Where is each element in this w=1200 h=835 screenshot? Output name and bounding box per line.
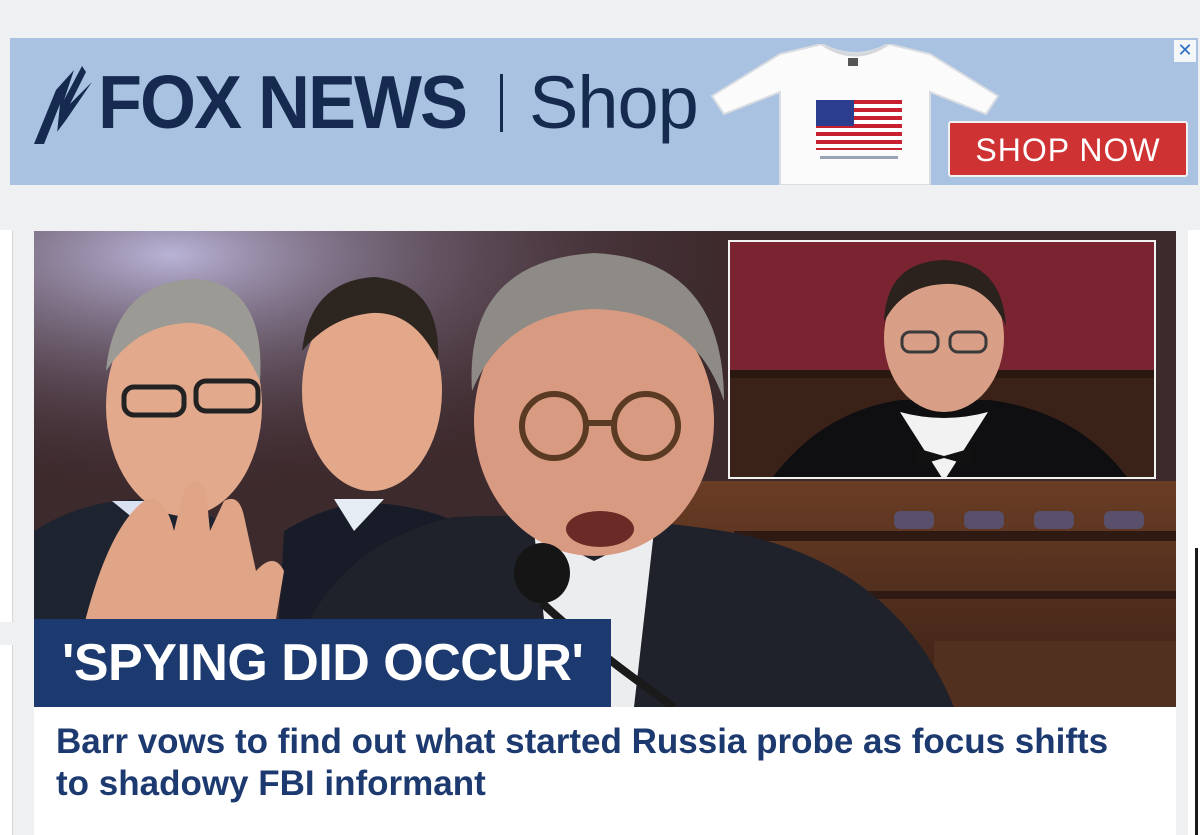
top-story-card[interactable]: 'SPYING DID OCCUR' Barr vows to find out… [34, 231, 1176, 835]
story-hero-image[interactable]: 'SPYING DID OCCUR' [34, 231, 1176, 707]
informant-inset-photo [728, 240, 1156, 479]
story-kicker-label[interactable]: 'SPYING DID OCCUR' [34, 619, 612, 707]
ad-container: ✕ FOX NEWS Shop SHOP NOW [0, 10, 1200, 210]
left-rail-panel [0, 230, 13, 622]
close-ad-icon[interactable]: ✕ [1174, 40, 1196, 62]
right-rail-divider [1195, 548, 1198, 835]
fox-news-shop-logo: FOX NEWS Shop [26, 60, 699, 146]
left-rail-panel-lower [0, 645, 13, 835]
fox-searchlight-icon [34, 66, 92, 144]
shop-wordmark: Shop [529, 61, 699, 144]
brand-wordmark: FOX NEWS [98, 61, 468, 146]
fox-news-shop-ad[interactable]: ✕ FOX NEWS Shop SHOP NOW [10, 38, 1198, 185]
logo-divider [500, 74, 504, 132]
right-rail-panel [1188, 230, 1200, 835]
story-headline-link[interactable]: Barr vows to find out what started Russi… [56, 721, 1136, 805]
shop-now-button[interactable]: SHOP NOW [948, 121, 1188, 177]
inset-image [730, 242, 1154, 477]
flag-graphic [816, 100, 902, 150]
